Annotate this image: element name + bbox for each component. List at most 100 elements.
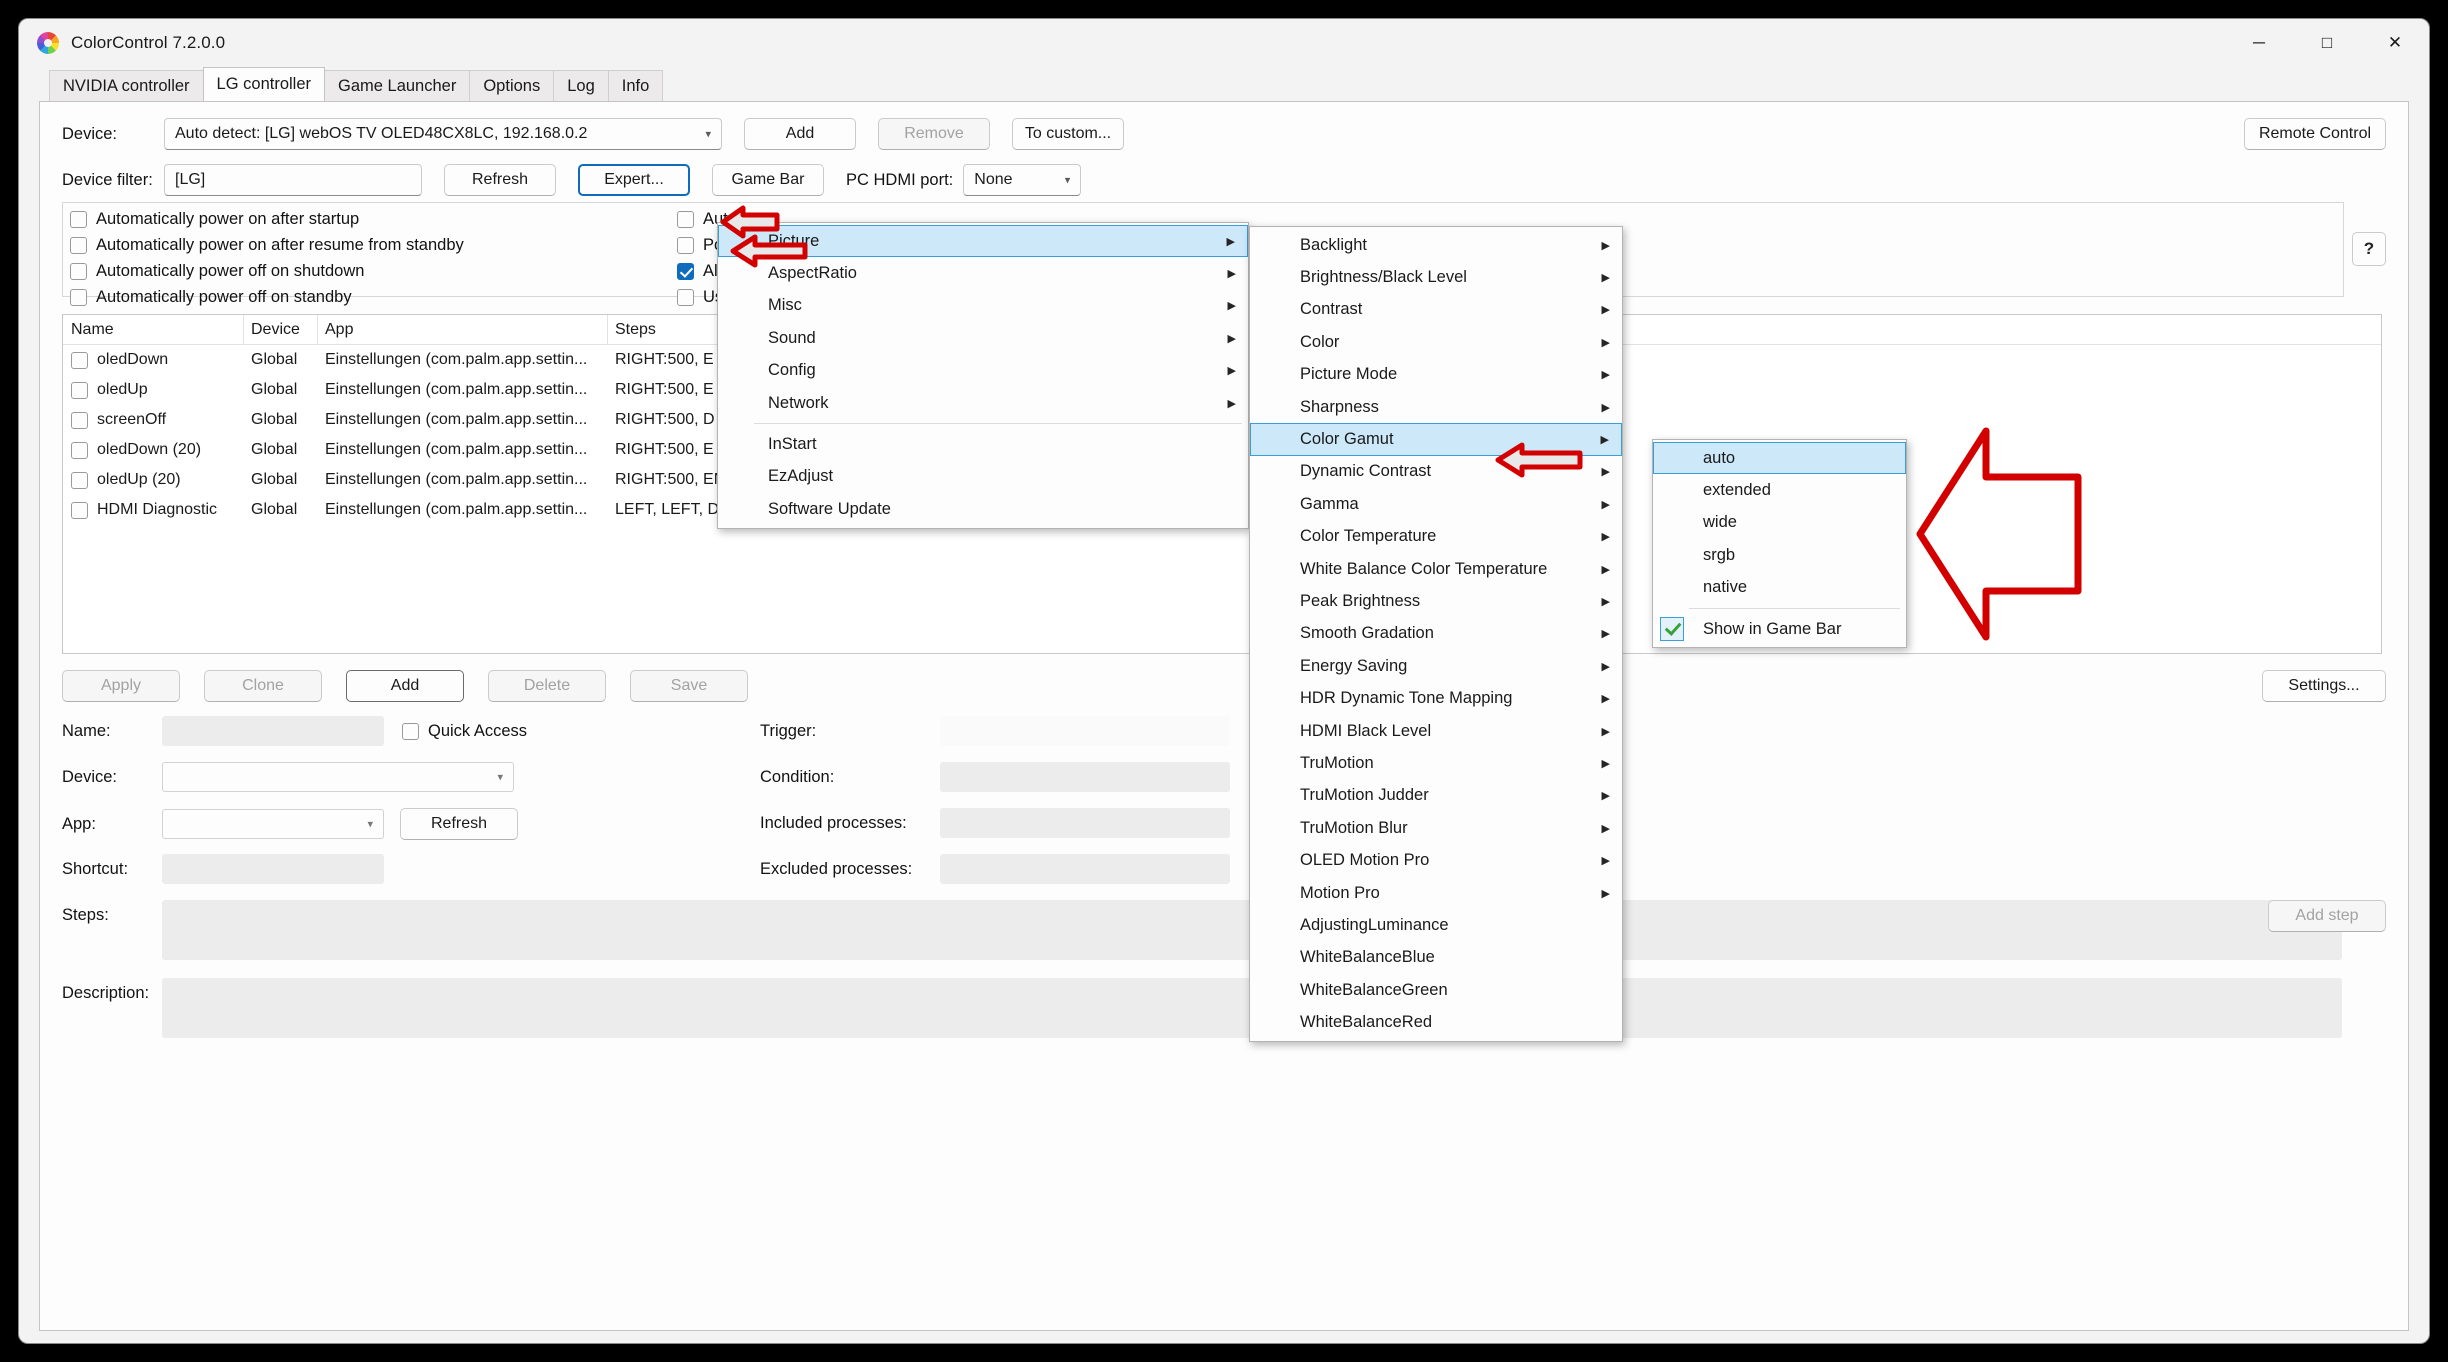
menu-item-trumotion-blur[interactable]: TruMotion Blur ▶ (1250, 812, 1622, 844)
menu-item-backlight[interactable]: Backlight ▶ (1250, 229, 1622, 261)
menu-item-brightness-black-level[interactable]: Brightness/Black Level ▶ (1250, 261, 1622, 293)
picture-submenu[interactable]: Backlight ▶ Brightness/Black Level ▶ Contr… (1249, 226, 1623, 1042)
tab-log[interactable]: Log (553, 70, 609, 101)
menu-item-trumotion[interactable]: TruMotion ▶ (1250, 747, 1622, 779)
add-device-button[interactable]: Add (744, 118, 856, 150)
menu-item-color-temperature[interactable]: Color Temperature ▶ (1250, 521, 1622, 553)
menu-item-color[interactable]: Color ▶ (1250, 326, 1622, 358)
game-bar-button[interactable]: Game Bar (712, 164, 824, 196)
checkbox-right-4[interactable] (677, 288, 694, 306)
device-filter-input[interactable]: [LG] (164, 164, 422, 196)
row-checkbox[interactable] (71, 471, 88, 489)
row-checkbox[interactable] (71, 381, 88, 399)
menu-item-hdr-dynamic-tone-mapping[interactable]: HDR Dynamic Tone Mapping ▶ (1250, 682, 1622, 714)
menu-item-trumotion-judder[interactable]: TruMotion Judder ▶ (1250, 780, 1622, 812)
option-power-off-shutdown[interactable]: Automatically power off on shutdown (70, 258, 464, 284)
menu-item-whitebalancegreen[interactable]: WhiteBalanceGreen (1250, 974, 1622, 1006)
checkbox-power-off-standby[interactable] (70, 288, 87, 306)
menu-item-whitebalanceblue[interactable]: WhiteBalanceBlue (1250, 942, 1622, 974)
column-header-app[interactable]: App (317, 321, 607, 339)
trigger-input[interactable] (940, 716, 1230, 746)
condition-input[interactable] (940, 762, 1230, 792)
expert-button[interactable]: Expert... (578, 164, 690, 196)
shortcut-input[interactable] (162, 854, 384, 884)
menu-item-color-gamut[interactable]: Color Gamut ▶ (1250, 423, 1622, 456)
checkbox-quick-access[interactable] (402, 722, 419, 740)
quick-access-option[interactable]: Quick Access (402, 722, 527, 741)
menu-item-white-balance-color-temperature[interactable]: White Balance Color Temperature ▶ (1250, 553, 1622, 585)
menu-item-picture-mode[interactable]: Picture Mode ▶ (1250, 359, 1622, 391)
column-header-name[interactable]: Name (63, 321, 243, 339)
option-power-on-startup[interactable]: Automatically power on after startup (70, 206, 464, 232)
to-custom-button[interactable]: To custom... (1012, 118, 1124, 150)
menu-item-ezadjust[interactable]: EzAdjust (718, 461, 1248, 493)
menu-item-software-update[interactable]: Software Update (718, 493, 1248, 525)
checkbox-right-3[interactable] (677, 262, 694, 280)
color-gamut-submenu[interactable]: auto extended wide srgb native Show in G… (1652, 439, 1907, 649)
menu-item-contrast[interactable]: Contrast ▶ (1250, 294, 1622, 326)
close-icon[interactable]: ✕ (2361, 19, 2429, 67)
checkbox-power-off-shutdown[interactable] (70, 262, 87, 280)
included-processes-input[interactable] (940, 808, 1230, 838)
expert-context-menu[interactable]: Picture ▶ AspectRatio ▶ Misc ▶ Sound ▶ C… (717, 222, 1249, 529)
menu-item-sharpness[interactable]: Sharpness ▶ (1250, 391, 1622, 423)
row-checkbox[interactable] (71, 411, 88, 429)
checkbox-right-1[interactable] (677, 210, 694, 228)
option-power-on-resume[interactable]: Automatically power on after resume from… (70, 232, 464, 258)
menu-item-oled-motion-pro[interactable]: OLED Motion Pro ▶ (1250, 844, 1622, 876)
tab-lg-controller[interactable]: LG controller (202, 67, 326, 101)
add-preset-button[interactable]: Add (346, 670, 464, 702)
checkbox-power-on-startup[interactable] (70, 210, 87, 228)
clone-button[interactable]: Clone (204, 670, 322, 702)
name-input[interactable] (162, 716, 384, 746)
menu-item-instart[interactable]: InStart (718, 428, 1248, 460)
form-device-combobox[interactable]: ▾ (162, 762, 514, 792)
form-app-combobox[interactable]: ▾ (162, 809, 384, 839)
menu-item-misc[interactable]: Misc ▶ (718, 290, 1248, 322)
menu-item-adjustingluminance[interactable]: AdjustingLuminance (1250, 909, 1622, 941)
maximize-icon[interactable]: □ (2293, 19, 2361, 67)
row-checkbox[interactable] (71, 501, 88, 519)
column-header-device[interactable]: Device (243, 321, 317, 339)
app-refresh-button[interactable]: Refresh (400, 808, 518, 840)
menu-item-config[interactable]: Config ▶ (718, 355, 1248, 387)
menu-item-wide[interactable]: wide (1653, 507, 1906, 539)
menu-item-whitebalancered[interactable]: WhiteBalanceRed (1250, 1006, 1622, 1038)
add-step-button[interactable]: Add step (2268, 900, 2386, 932)
menu-item-auto[interactable]: auto (1653, 442, 1906, 475)
checkbox-power-on-resume[interactable] (70, 236, 87, 254)
refresh-devices-button[interactable]: Refresh (444, 164, 556, 196)
menu-item-energy-saving[interactable]: Energy Saving ▶ (1250, 650, 1622, 682)
menu-item-hdmi-black-level[interactable]: HDMI Black Level ▶ (1250, 715, 1622, 747)
menu-item-aspectratio[interactable]: AspectRatio ▶ (718, 257, 1248, 289)
menu-item-sound[interactable]: Sound ▶ (718, 322, 1248, 354)
menu-item-srgb[interactable]: srgb (1653, 539, 1906, 571)
menu-item-network[interactable]: Network ▶ (718, 387, 1248, 419)
save-button[interactable]: Save (630, 670, 748, 702)
tab-nvidia-controller[interactable]: NVIDIA controller (49, 70, 204, 101)
menu-item-gamma[interactable]: Gamma ▶ (1250, 488, 1622, 520)
menu-item-extended[interactable]: extended (1653, 474, 1906, 506)
menu-item-show-in-game-bar[interactable]: Show in Game Bar (1653, 613, 1906, 645)
menu-item-motion-pro[interactable]: Motion Pro ▶ (1250, 877, 1622, 909)
row-checkbox[interactable] (71, 441, 88, 459)
help-button[interactable]: ? (2352, 232, 2386, 266)
minimize-icon[interactable]: ─ (2225, 19, 2293, 67)
remove-device-button[interactable]: Remove (878, 118, 990, 150)
tab-info[interactable]: Info (607, 70, 664, 101)
menu-item-peak-brightness[interactable]: Peak Brightness ▶ (1250, 585, 1622, 617)
remote-control-button[interactable]: Remote Control (2244, 118, 2386, 150)
menu-item-dynamic-contrast[interactable]: Dynamic Contrast ▶ (1250, 456, 1622, 488)
tab-options[interactable]: Options (469, 70, 555, 101)
menu-item-native[interactable]: native (1653, 572, 1906, 604)
pc-hdmi-port-combobox[interactable]: None ▾ (963, 164, 1082, 196)
option-power-off-standby[interactable]: Automatically power off on standby (70, 284, 464, 310)
menu-item-smooth-gradation[interactable]: Smooth Gradation ▶ (1250, 618, 1622, 650)
apply-button[interactable]: Apply (62, 670, 180, 702)
excluded-processes-input[interactable] (940, 854, 1230, 884)
row-checkbox[interactable] (71, 351, 88, 369)
menu-item-picture[interactable]: Picture ▶ (718, 225, 1248, 258)
tab-game-launcher[interactable]: Game Launcher (324, 70, 471, 101)
delete-button[interactable]: Delete (488, 670, 606, 702)
checkbox-right-2[interactable] (677, 236, 694, 254)
